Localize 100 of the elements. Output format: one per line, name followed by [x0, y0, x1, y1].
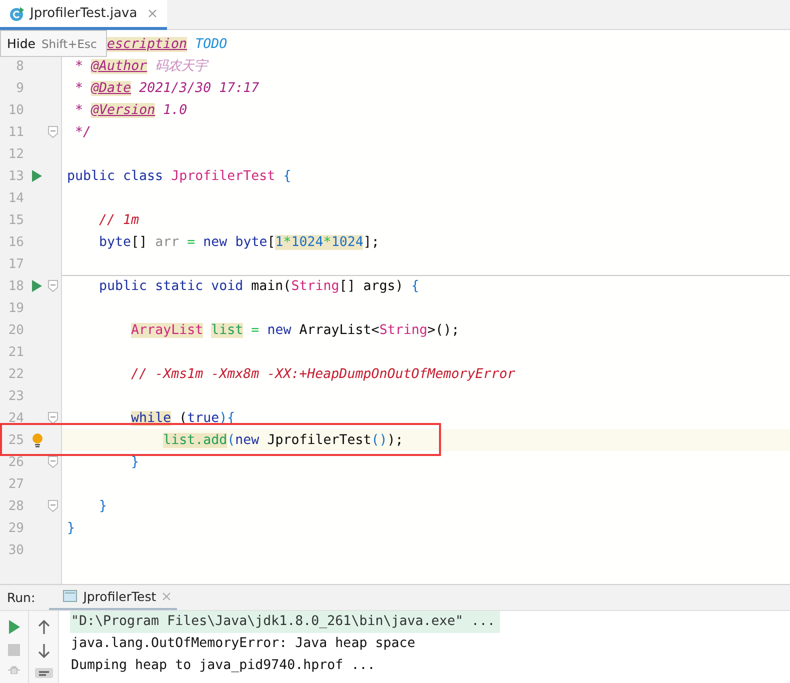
code-token: >(); [427, 322, 460, 338]
code-token: public static void [99, 278, 244, 294]
code-token: list.add [163, 432, 228, 448]
line-number: 10 [7, 102, 24, 118]
code-token: String [291, 278, 340, 294]
line-number: 30 [7, 542, 24, 558]
line-number: 21 [7, 344, 24, 360]
code-token: * [75, 102, 84, 118]
debug-icon[interactable] [7, 666, 21, 674]
code-token: } [99, 498, 108, 514]
tab-label: JprofilerTest.java [30, 6, 138, 21]
close-icon[interactable] [148, 9, 158, 18]
code-token: // -Xms1m -Xmx8m -XX:+HeapDumpOnOutOfMemoryError [131, 366, 516, 382]
console-icon [63, 590, 78, 602]
run-icon[interactable] [32, 170, 42, 182]
run-icon[interactable] [8, 620, 20, 634]
line-number: 16 [7, 234, 24, 250]
code-token: 1.0 [163, 102, 188, 118]
fold-icon[interactable] [48, 280, 58, 292]
shortcut-hint: Shift+Esc [42, 36, 97, 50]
code-token: main( [251, 278, 292, 294]
line-number: 9 [15, 80, 24, 96]
code-token: @Date [91, 80, 132, 96]
code-token: JprofilerTest [171, 168, 276, 184]
fold-icon[interactable] [48, 456, 58, 468]
code-token: new [235, 432, 260, 448]
line-number: 19 [7, 300, 24, 316]
code-token: */ [75, 124, 92, 140]
line-number: 25 [7, 432, 24, 448]
code-token: 2021/3/30 17:17 [139, 80, 260, 96]
line-number: 8 [15, 58, 24, 74]
fold-icon[interactable] [48, 500, 58, 512]
code-token: @Author [91, 59, 148, 74]
file-tab[interactable]: JprofilerTest.java [0, 0, 168, 30]
up-arrow-icon[interactable] [38, 620, 50, 634]
run-label: Run: [7, 590, 36, 605]
code-token: escription [107, 36, 188, 52]
code-token: list [211, 322, 244, 338]
code-token: { [283, 168, 292, 184]
code-token: ( [227, 432, 236, 448]
code-token: true [187, 410, 220, 426]
line-number: 20 [7, 322, 24, 338]
line-number: 27 [7, 476, 24, 492]
code-token: ArrayList< [299, 322, 380, 338]
code-token: * [323, 234, 332, 250]
line-number: 11 [7, 124, 24, 140]
line-number: 26 [7, 454, 24, 470]
code-token: JprofilerTest [267, 432, 372, 448]
line-number: 23 [7, 388, 24, 404]
fold-icon[interactable] [48, 126, 58, 138]
fold-icon[interactable] [48, 412, 58, 424]
run-icon[interactable] [32, 280, 42, 292]
code-token: ArrayList [131, 322, 204, 338]
code-token: ); [387, 432, 404, 448]
code-token: [] args) [339, 278, 404, 294]
code-token: new [267, 322, 292, 338]
console-line: Dumping heap to java_pid9740.hprof ... [70, 657, 376, 675]
code-token: } [67, 520, 76, 536]
line-number: 14 [7, 190, 24, 206]
code-token: arr [155, 234, 180, 250]
code-token: } [131, 454, 140, 470]
code-token: [] [131, 234, 148, 250]
code-token: public class [67, 168, 164, 184]
soft-wrap-icon[interactable] [34, 668, 52, 678]
code-token: * [75, 80, 84, 96]
lightbulb-icon[interactable] [32, 432, 42, 448]
code-token: () [371, 432, 388, 448]
code-token: @Version [91, 102, 156, 118]
hide-action[interactable]: Hide [7, 36, 36, 51]
code-token: = [251, 322, 260, 338]
code-token: 码农天宇 [155, 59, 208, 74]
code-token: 1024 [331, 234, 364, 250]
code-token: 1024 [291, 234, 324, 250]
code-token: // 1m [99, 212, 140, 228]
code-token: * [75, 59, 84, 74]
line-number: 15 [7, 212, 24, 228]
run-tab-label: JprofilerTest [83, 588, 156, 604]
code-token: TODO [195, 36, 228, 52]
code-token: new byte [203, 234, 268, 250]
close-icon[interactable] [162, 592, 172, 600]
code-token: * [283, 234, 292, 250]
code-token: = [187, 234, 196, 250]
line-number: 12 [7, 146, 24, 162]
line-number: 13 [7, 168, 24, 184]
code-token: ]; [363, 234, 380, 250]
line-number: 18 [7, 278, 24, 294]
code-token: String [379, 322, 428, 338]
code-token: [ [267, 234, 276, 250]
code-token: ( [179, 410, 188, 426]
code-token: byte [99, 234, 132, 250]
line-number: 24 [7, 410, 24, 426]
code-token: { [411, 278, 420, 294]
code-token: 1 [275, 234, 284, 250]
class-file-icon [9, 6, 25, 22]
line-number: 29 [7, 520, 24, 536]
console-line: java.lang.OutOfMemoryError: Java heap space [70, 635, 416, 653]
line-number: 22 [7, 366, 24, 382]
line-number: 28 [7, 498, 24, 514]
down-arrow-icon[interactable] [38, 644, 50, 658]
line-number: 17 [7, 256, 24, 272]
